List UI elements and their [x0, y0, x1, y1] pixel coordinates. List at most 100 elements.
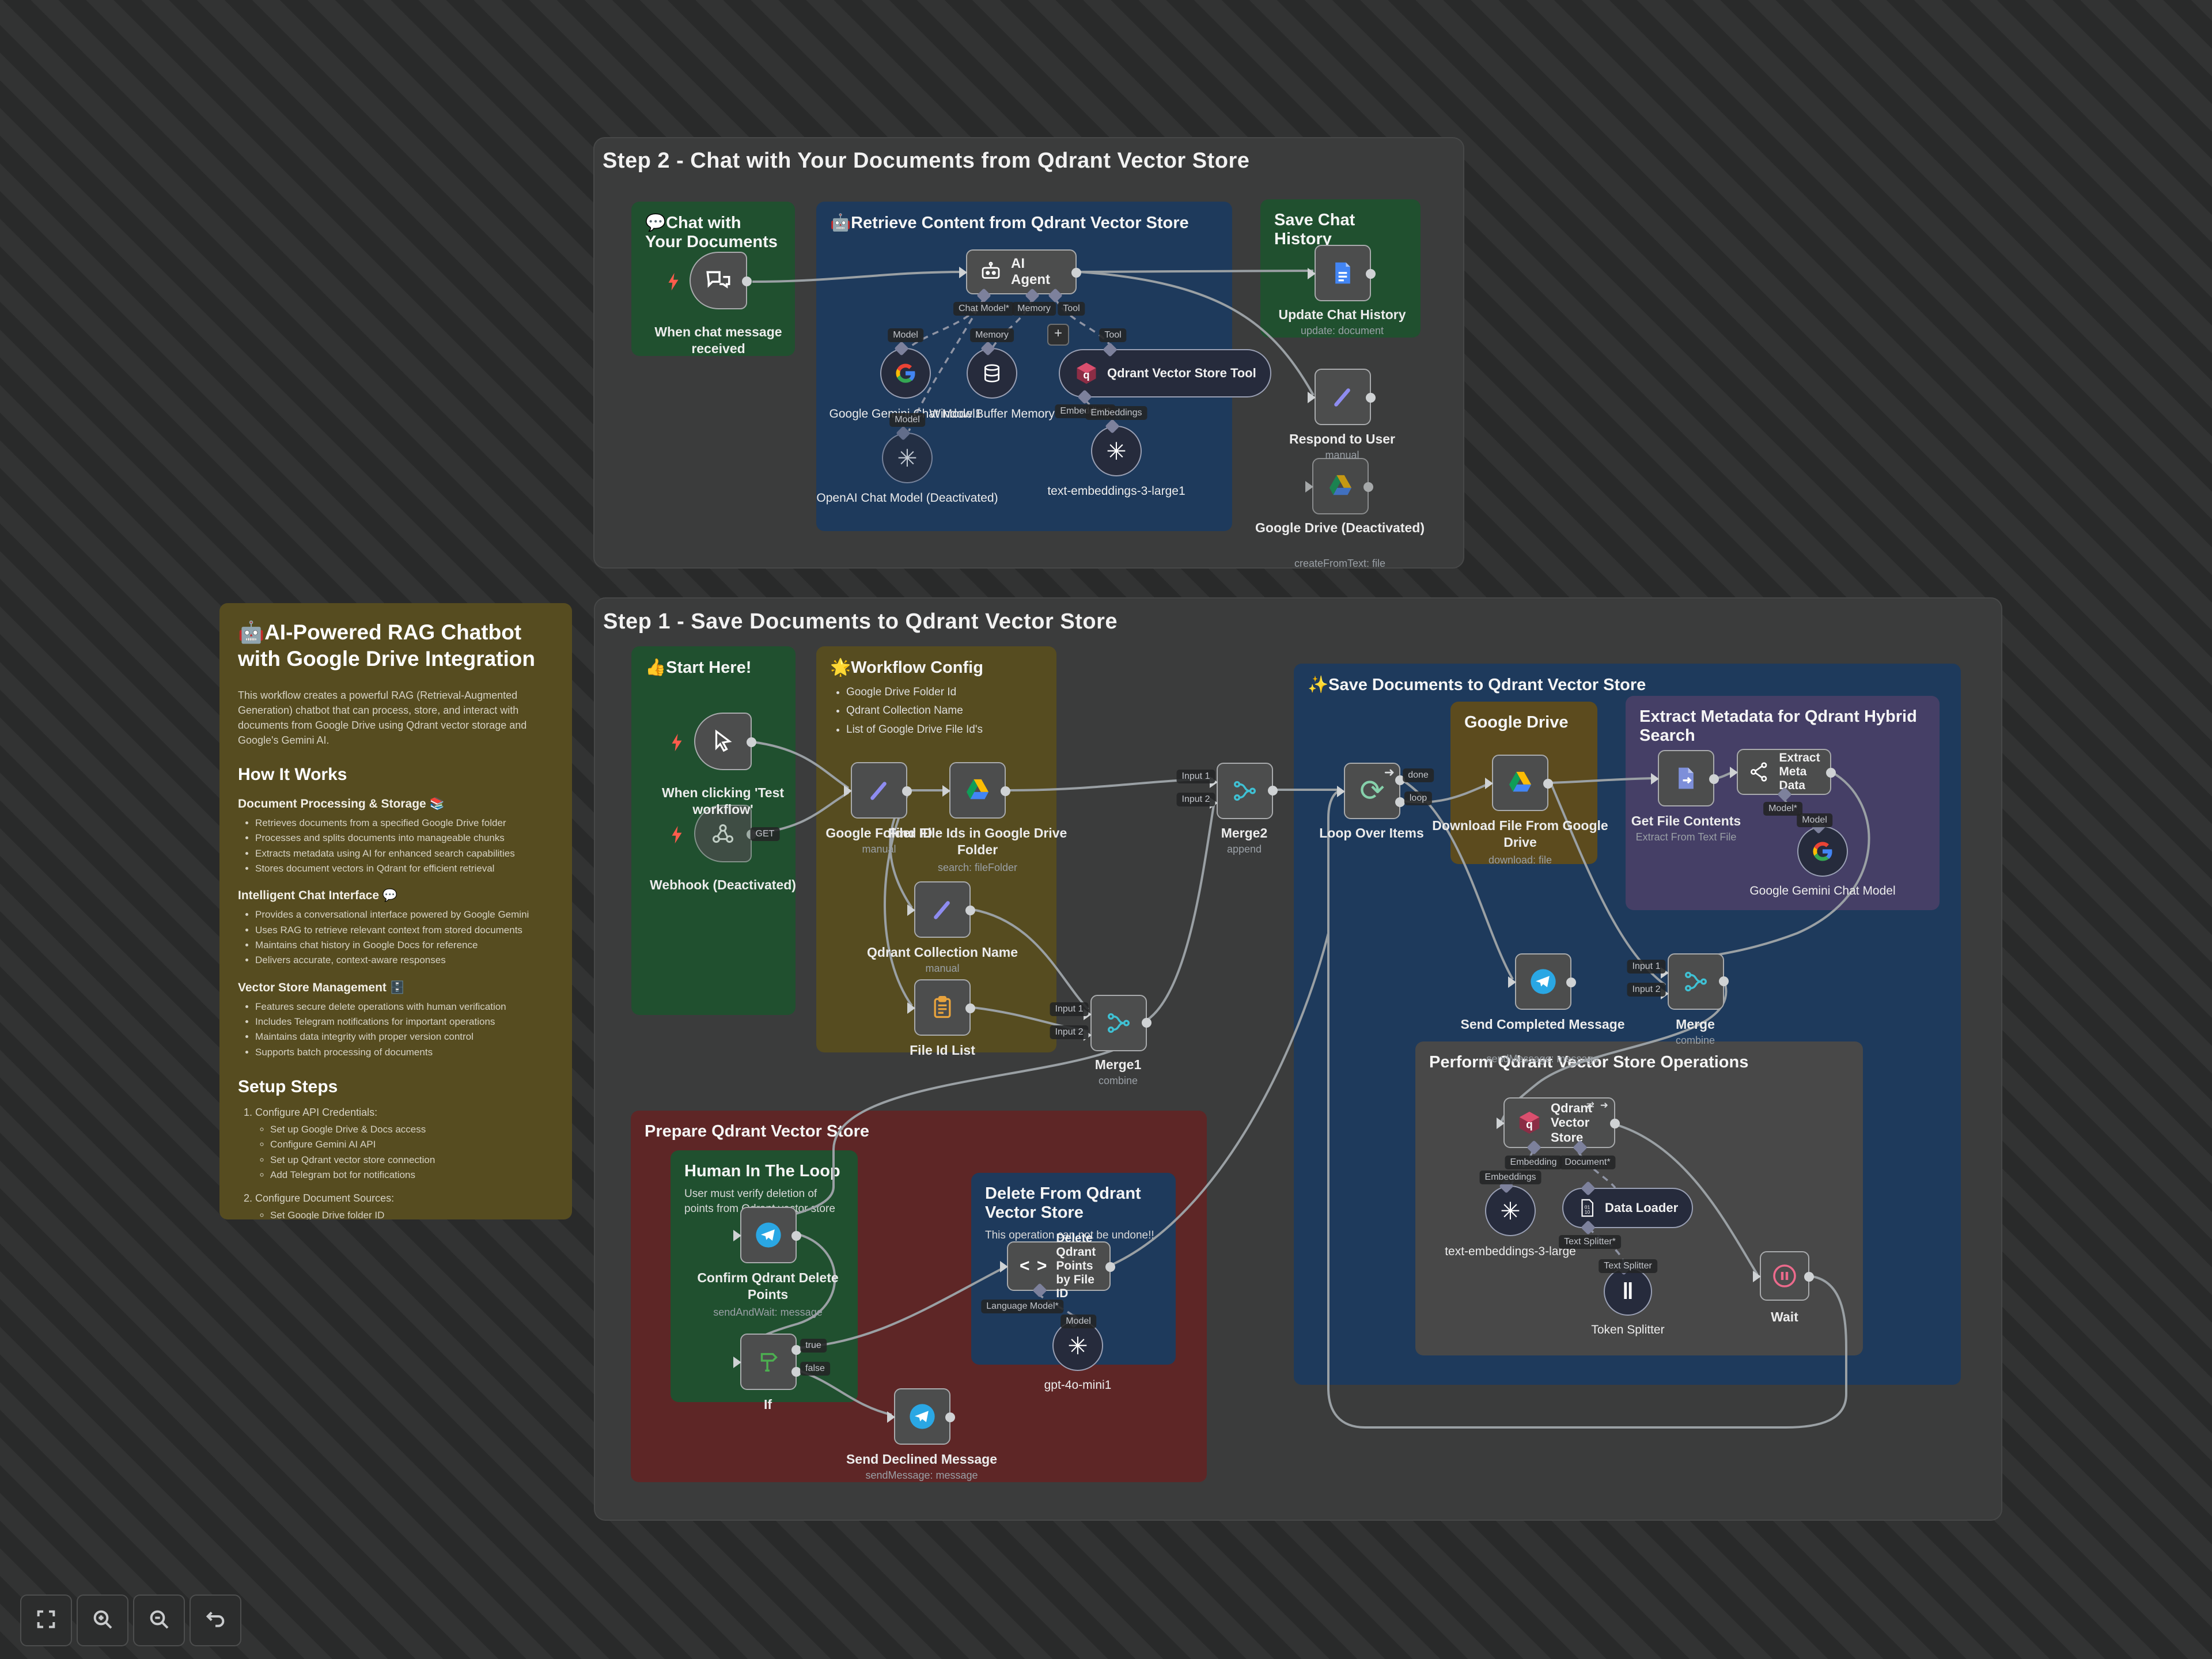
node-data-loader[interactable]: 0110 Data Loader: [1562, 1188, 1693, 1228]
zoom-in-button[interactable]: [77, 1594, 128, 1646]
node-send-declined[interactable]: [894, 1388, 950, 1445]
google-icon: [1810, 839, 1835, 864]
add-tool-button[interactable]: +: [1047, 324, 1069, 346]
svg-text:q: q: [1526, 1119, 1533, 1131]
qdrant-icon: q: [1074, 361, 1099, 386]
openai-icon: ✳: [1067, 1332, 1088, 1360]
robot-icon: [979, 260, 1003, 284]
node-file-id-list[interactable]: [914, 979, 971, 1036]
node-qdrant-collection-name[interactable]: [914, 881, 971, 938]
node-gemini-chat-model1[interactable]: [880, 348, 931, 399]
node-merge[interactable]: [1668, 953, 1724, 1010]
node-get-file-contents[interactable]: [1658, 750, 1714, 806]
openai-icon: ✳: [897, 444, 917, 472]
port-memory: Memory: [1012, 302, 1056, 316]
node-google-folder-id[interactable]: [851, 762, 907, 819]
google-docs-icon: [1330, 260, 1355, 286]
merge-icon: [1105, 1010, 1132, 1036]
node-when-chat-message[interactable]: [690, 252, 747, 309]
fit-view-icon: [35, 1608, 58, 1634]
webhook-icon: [710, 820, 736, 847]
port-memory: Memory: [970, 328, 1014, 342]
loop-icon: ⟳: [1359, 776, 1385, 806]
port-model: Model: [1060, 1315, 1096, 1328]
node-text-embeddings-1[interactable]: ✳: [1091, 426, 1142, 476]
pencil-icon: [1330, 384, 1356, 410]
node-google-drive-deactivated[interactable]: [1312, 458, 1369, 514]
port-document: Document*: [1559, 1156, 1615, 1169]
node-when-clicking-test[interactable]: [694, 713, 752, 770]
connections-layer: [0, 0, 2212, 1659]
port-tool: Tool: [1099, 328, 1126, 342]
port-model: Model: [1797, 813, 1832, 827]
telegram-icon: [907, 1402, 937, 1431]
node-merge1[interactable]: [1090, 995, 1147, 1051]
merge-icon: [1232, 778, 1258, 804]
node-find-file-ids[interactable]: [949, 762, 1006, 819]
group-step1-title: Step 1 - Save Documents to Qdrant Vector…: [603, 609, 1118, 634]
openai-icon: ✳: [1106, 437, 1126, 465]
database-icon: [980, 362, 1003, 385]
node-wait[interactable]: [1760, 1251, 1809, 1301]
node-loop-over-items[interactable]: ➜ ⟳: [1344, 763, 1400, 819]
node-respond-to-user[interactable]: [1315, 369, 1371, 425]
zoom-out-button[interactable]: [133, 1594, 185, 1646]
node-token-splitter[interactable]: ‖: [1604, 1267, 1652, 1316]
port-true: true: [800, 1339, 827, 1353]
splitter-icon: ‖: [1622, 1279, 1634, 1305]
port-input1: Input 1: [1177, 770, 1215, 783]
trigger-bolt-icon: [666, 272, 681, 296]
port-text-splitter: Text Splitter*: [1559, 1235, 1621, 1249]
cursor-icon: [710, 728, 736, 755]
node-ai-agent[interactable]: AI Agent: [966, 249, 1077, 294]
share-nodes-icon: [1748, 760, 1771, 783]
fit-view-button[interactable]: [20, 1594, 72, 1646]
port-text-splitter: Text Splitter: [1599, 1259, 1657, 1273]
port-get: GET: [751, 827, 780, 841]
openai-icon: ✳: [1500, 1197, 1520, 1225]
qdrant-icon: q: [1516, 1109, 1543, 1136]
node-download-file[interactable]: [1492, 755, 1548, 811]
google-drive-icon: [1507, 771, 1533, 795]
port-input2: Input 2: [1177, 793, 1215, 806]
node-qdrant-vector-store-tool[interactable]: q Qdrant Vector Store Tool: [1059, 349, 1271, 397]
trigger-bolt-icon: [669, 825, 684, 849]
node-update-chat-history[interactable]: [1315, 245, 1371, 301]
pencil-icon: [866, 777, 892, 804]
group-step2-title: Step 2 - Chat with Your Documents from Q…: [603, 149, 1249, 173]
port-chat-model: Chat Model*: [953, 302, 1014, 316]
node-if[interactable]: [740, 1334, 797, 1390]
port-false: false: [800, 1362, 830, 1376]
port-model: Model: [888, 328, 923, 342]
node-label: When chat message received: [626, 324, 810, 357]
workflow-canvas[interactable]: Step 2 - Chat with Your Documents from Q…: [0, 0, 2212, 1659]
node-extract-meta-data[interactable]: Extract Meta Data: [1737, 749, 1831, 795]
merge-icon: [1683, 968, 1709, 995]
port-input2: Input 2: [1627, 983, 1666, 997]
filter-icon: ➜: [1384, 765, 1395, 780]
port-model: Model*: [1763, 802, 1802, 816]
google-drive-icon: [1327, 474, 1354, 498]
clipboard-icon: [930, 995, 955, 1020]
port-input1: Input 1: [1627, 960, 1666, 974]
file-export-icon: [1673, 766, 1699, 791]
node-qdrant-vector-store[interactable]: ⇄ ➜ q Qdrant Vector Store: [1503, 1097, 1615, 1148]
port-embedding: Embedding: [1505, 1156, 1562, 1169]
svg-text:10: 10: [1585, 1209, 1590, 1215]
node-delete-qdrant-points[interactable]: < > Delete Qdrant Points by File ID: [1007, 1241, 1111, 1291]
node-window-buffer-memory[interactable]: [967, 348, 1017, 399]
zoom-out-icon: [147, 1608, 171, 1634]
undo-button[interactable]: [190, 1594, 241, 1646]
node-text-embeddings[interactable]: ✳: [1485, 1185, 1536, 1236]
node-send-completed[interactable]: [1515, 953, 1571, 1010]
node-gemini-chat-model[interactable]: [1797, 826, 1848, 877]
node-openai-chat-model[interactable]: ✳: [882, 433, 933, 483]
port-tool: Tool: [1058, 302, 1085, 316]
telegram-icon: [1528, 967, 1558, 997]
port-language-model: Language Model*: [981, 1300, 1063, 1313]
chat-icon: [704, 266, 733, 295]
port-input2: Input 2: [1050, 1025, 1089, 1039]
node-confirm-delete[interactable]: [740, 1207, 797, 1263]
google-icon: [893, 361, 918, 386]
node-merge2[interactable]: [1217, 763, 1273, 819]
